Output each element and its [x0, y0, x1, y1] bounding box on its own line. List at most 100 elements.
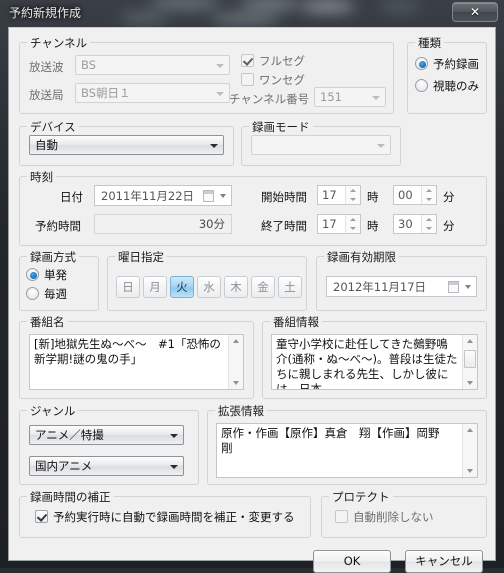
program-info-textarea[interactable]: 童守小学校に赴任してきた鵺野鳴介(通称・ぬ～べ～)。普段は生徒たちに親しまれる先…	[271, 334, 478, 390]
scroll-up-icon[interactable]	[229, 335, 243, 349]
genre-secondary-select[interactable]: 国内アニメ	[29, 456, 184, 476]
stepper-up-icon[interactable]	[422, 215, 436, 224]
program-name-value: [新]地獄先生ぬ～べ～ #1「恐怖の新学期!謎の鬼の手」	[34, 337, 221, 366]
broadcast-station-value: BS朝日１	[81, 86, 131, 100]
weekday-button-wed[interactable]: 水	[197, 276, 221, 298]
channel-number-value: 151	[320, 90, 342, 104]
broadcast-wave-label: 放送波	[29, 60, 64, 74]
end-minute-value: 30	[398, 217, 413, 231]
dialog-client-area: チャンネル 放送波 BS 放送局 BS朝日１ フルセグ ワンセグ チャンネル番号…	[8, 27, 496, 573]
weekday-button-sun[interactable]: 日	[116, 276, 140, 298]
scroll-up-icon[interactable]	[463, 335, 477, 349]
program-name-textarea[interactable]: [新]地獄先生ぬ～べ～ #1「恐怖の新学期!謎の鬼の手」	[29, 334, 244, 390]
stepper-buttons[interactable]	[421, 186, 436, 204]
type-group-legend: 種類	[415, 35, 444, 51]
rec-method-weekly-label: 毎週	[44, 287, 67, 301]
date-picker[interactable]: 2011年11月22日	[94, 185, 232, 206]
ext-info-textarea[interactable]: 原作・作画【原作】真倉 翔【作画】岡野 剛	[216, 423, 478, 478]
weekday-group-legend: 曜日指定	[115, 249, 167, 265]
close-icon: ✕	[469, 5, 481, 19]
end-hour-value: 17	[322, 217, 337, 231]
device-value: 自動	[35, 138, 58, 152]
weekday-label: 日	[122, 280, 134, 294]
stepper-down-icon[interactable]	[346, 224, 360, 233]
weekday-label: 水	[203, 280, 215, 294]
stepper-down-icon[interactable]	[422, 195, 436, 204]
genre-primary-value: アニメ／特撮	[35, 428, 104, 442]
weekday-button-tue[interactable]: 火	[170, 276, 194, 298]
calendar-icon	[448, 281, 459, 293]
stepper-up-icon[interactable]	[422, 186, 436, 195]
rec-method-group-legend: 録画方式	[27, 249, 79, 265]
rec-mode-select[interactable]	[251, 135, 391, 155]
stepper-buttons[interactable]	[345, 186, 360, 204]
close-button[interactable]: ✕	[452, 2, 498, 22]
scrollbar-thumb[interactable]	[464, 350, 476, 368]
start-time-label: 開始時間	[261, 190, 307, 204]
ext-info-scrollbar[interactable]	[462, 424, 477, 477]
chevron-down-icon	[210, 144, 218, 148]
rec-method-group: 録画方式	[19, 249, 99, 311]
expiry-group-legend: 録画有効期限	[324, 249, 399, 265]
stepper-up-icon[interactable]	[346, 186, 360, 195]
calendar-icon	[203, 190, 214, 202]
scroll-down-icon[interactable]	[463, 375, 477, 389]
device-select[interactable]: 自動	[29, 135, 224, 155]
glass-blur-decoration	[150, 0, 220, 10]
radio-dot	[415, 79, 428, 92]
program-name-group-legend: 番組名	[27, 314, 68, 330]
date-value: 2011年11月22日	[101, 189, 195, 203]
scroll-down-icon[interactable]	[463, 463, 477, 477]
start-minute-stepper[interactable]: 00	[393, 185, 437, 205]
cancel-button[interactable]: キャンセル	[405, 550, 483, 573]
start-hour-unit: 時	[367, 190, 379, 204]
channel-number-select[interactable]: 151	[314, 87, 386, 107]
chevron-down-icon	[216, 92, 224, 96]
correction-checkbox-label: 予約実行時に自動で録画時間を補正・変更する	[53, 510, 295, 524]
broadcast-wave-value: BS	[81, 58, 96, 72]
stepper-up-icon[interactable]	[346, 215, 360, 224]
genre-group-legend: ジャンル	[27, 403, 79, 419]
rec-mode-group-legend: 録画モード	[249, 119, 313, 135]
glass-blur-decoration	[380, 2, 420, 12]
broadcast-wave-select[interactable]: BS	[75, 55, 230, 75]
duration-value: 30分	[198, 217, 225, 231]
program-info-scrollbar[interactable]	[462, 335, 477, 389]
stepper-buttons[interactable]	[345, 215, 360, 233]
stepper-down-icon[interactable]	[346, 195, 360, 204]
fullseg-label: フルセグ	[259, 54, 305, 68]
radio-dot	[26, 268, 39, 281]
start-hour-stepper[interactable]: 17	[317, 185, 361, 205]
end-minute-stepper[interactable]: 30	[393, 214, 437, 234]
stepper-buttons[interactable]	[421, 215, 436, 233]
protect-group-legend: プロテクト	[329, 489, 393, 505]
weekday-button-mon[interactable]: 月	[143, 276, 167, 298]
ok-button-label: OK	[343, 554, 361, 568]
program-name-scrollbar[interactable]	[228, 335, 243, 389]
checkbox-box	[335, 510, 348, 523]
broadcast-station-select[interactable]: BS朝日１	[75, 83, 230, 103]
weekday-label: 土	[284, 280, 296, 294]
scroll-down-icon[interactable]	[229, 375, 243, 389]
radio-dot	[26, 287, 39, 300]
genre-primary-select[interactable]: アニメ／特撮	[29, 425, 184, 445]
end-hour-unit: 時	[367, 219, 379, 233]
start-minute-value: 00	[398, 188, 413, 202]
weekday-button-sat[interactable]: 土	[278, 276, 302, 298]
weekday-button-thu[interactable]: 木	[224, 276, 248, 298]
checkbox-box	[35, 510, 48, 523]
device-group-legend: デバイス	[27, 119, 79, 135]
stepper-down-icon[interactable]	[422, 224, 436, 233]
weekday-button-fri[interactable]: 金	[251, 276, 275, 298]
channel-group-legend: チャンネル	[27, 35, 91, 51]
ext-info-group-legend: 拡張情報	[215, 403, 267, 419]
ok-button[interactable]: OK	[313, 550, 391, 573]
type-radio-record-label: 予約録画	[433, 57, 479, 71]
end-hour-stepper[interactable]: 17	[317, 214, 361, 234]
expiry-date-picker[interactable]: 2012年11月17日	[326, 276, 477, 297]
glass-blur-decoration	[120, 12, 168, 23]
scroll-up-icon[interactable]	[463, 424, 477, 438]
oneseg-label: ワンセグ	[259, 73, 305, 87]
chevron-down-icon	[170, 465, 178, 469]
channel-number-label: チャンネル番号	[229, 92, 310, 106]
